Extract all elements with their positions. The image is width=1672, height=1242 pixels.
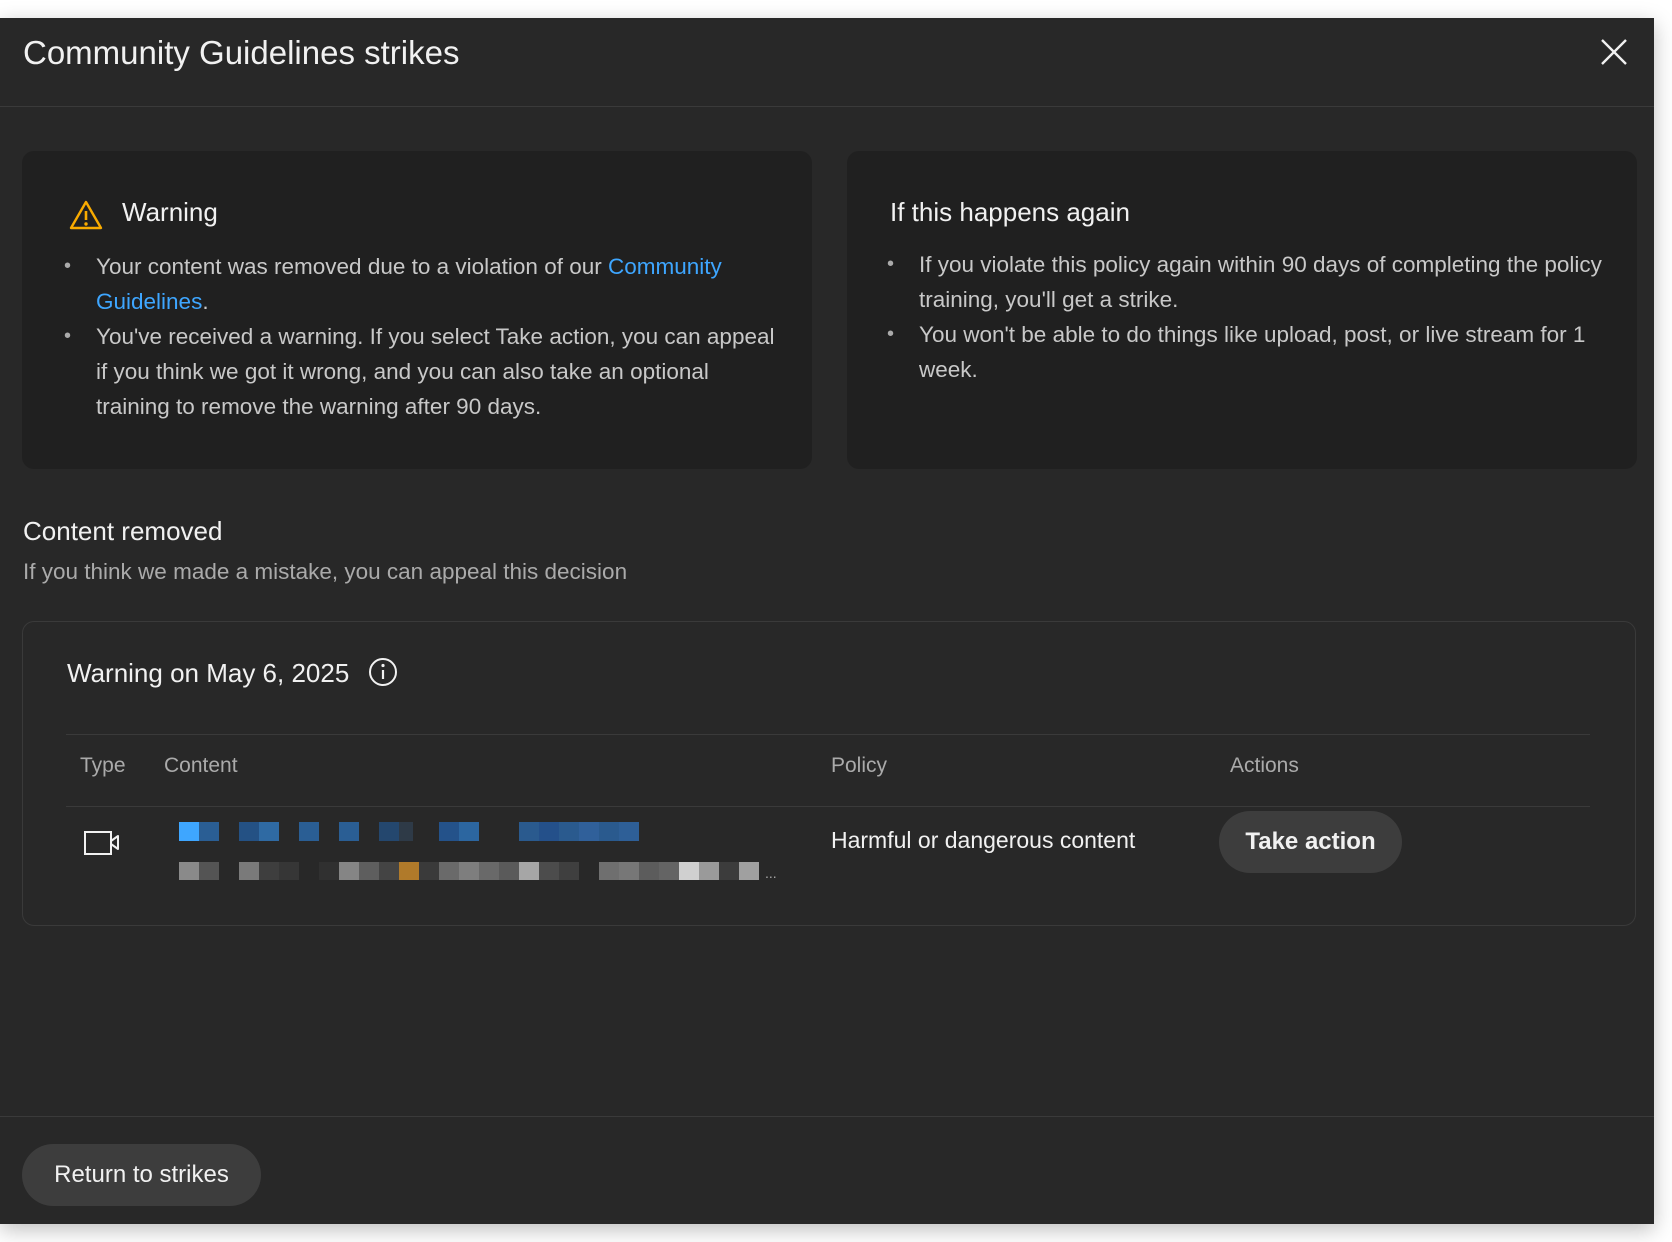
column-header-policy: Policy: [831, 754, 888, 777]
dialog-title: Community Guidelines strikes: [23, 34, 460, 71]
column-header-type: Type: [80, 754, 126, 777]
again-bullet-restriction: You won't be able to do things like uplo…: [887, 317, 1607, 387]
policy-name: Harmful or dangerous content: [831, 827, 1136, 853]
warning-date-title: Warning on May 6, 2025: [67, 658, 350, 688]
info-icon[interactable]: [367, 656, 399, 688]
truncation-ellipsis: ...: [765, 865, 777, 881]
warning-triangle-icon: [68, 199, 104, 231]
return-to-strikes-button[interactable]: Return to strikes: [22, 1144, 261, 1206]
footer-divider: [0, 1116, 1654, 1117]
strikes-dialog: Community Guidelines strikes Warning You…: [0, 18, 1654, 1224]
warning-card: Warning Your content was removed due to …: [22, 151, 812, 469]
column-header-actions: Actions: [1230, 754, 1299, 777]
if-happens-again-card: If this happens again If you violate thi…: [847, 151, 1637, 469]
content-removed-title: Content removed: [23, 516, 223, 546]
warning-bullet-removed: Your content was removed due to a violat…: [64, 249, 784, 319]
video-icon: [83, 828, 121, 858]
table-divider-top: [66, 734, 1590, 735]
if-happens-again-bullets: If you violate this policy again within …: [887, 247, 1607, 387]
content-removed-subtitle: If you think we made a mistake, you can …: [23, 559, 628, 584]
bullet-text: Your content was removed due to a violat…: [96, 254, 608, 279]
column-header-content: Content: [164, 754, 238, 777]
again-bullet-strike: If you violate this policy again within …: [887, 247, 1607, 317]
warning-detail-panel: Warning on May 6, 2025 Type Content Poli…: [22, 621, 1636, 926]
warning-bullets: Your content was removed due to a violat…: [64, 249, 784, 424]
bullet-period: .: [202, 289, 209, 314]
warning-heading: Warning: [122, 197, 218, 227]
if-happens-again-heading: If this happens again: [890, 197, 1130, 227]
table-divider-header: [66, 806, 1590, 807]
dialog-header: Community Guidelines strikes: [0, 18, 1654, 107]
redacted-content[interactable]: ...: [173, 822, 813, 890]
close-icon[interactable]: [1596, 34, 1632, 70]
take-action-button[interactable]: Take action: [1219, 811, 1402, 873]
warning-bullet-appeal: You've received a warning. If you select…: [64, 319, 784, 424]
